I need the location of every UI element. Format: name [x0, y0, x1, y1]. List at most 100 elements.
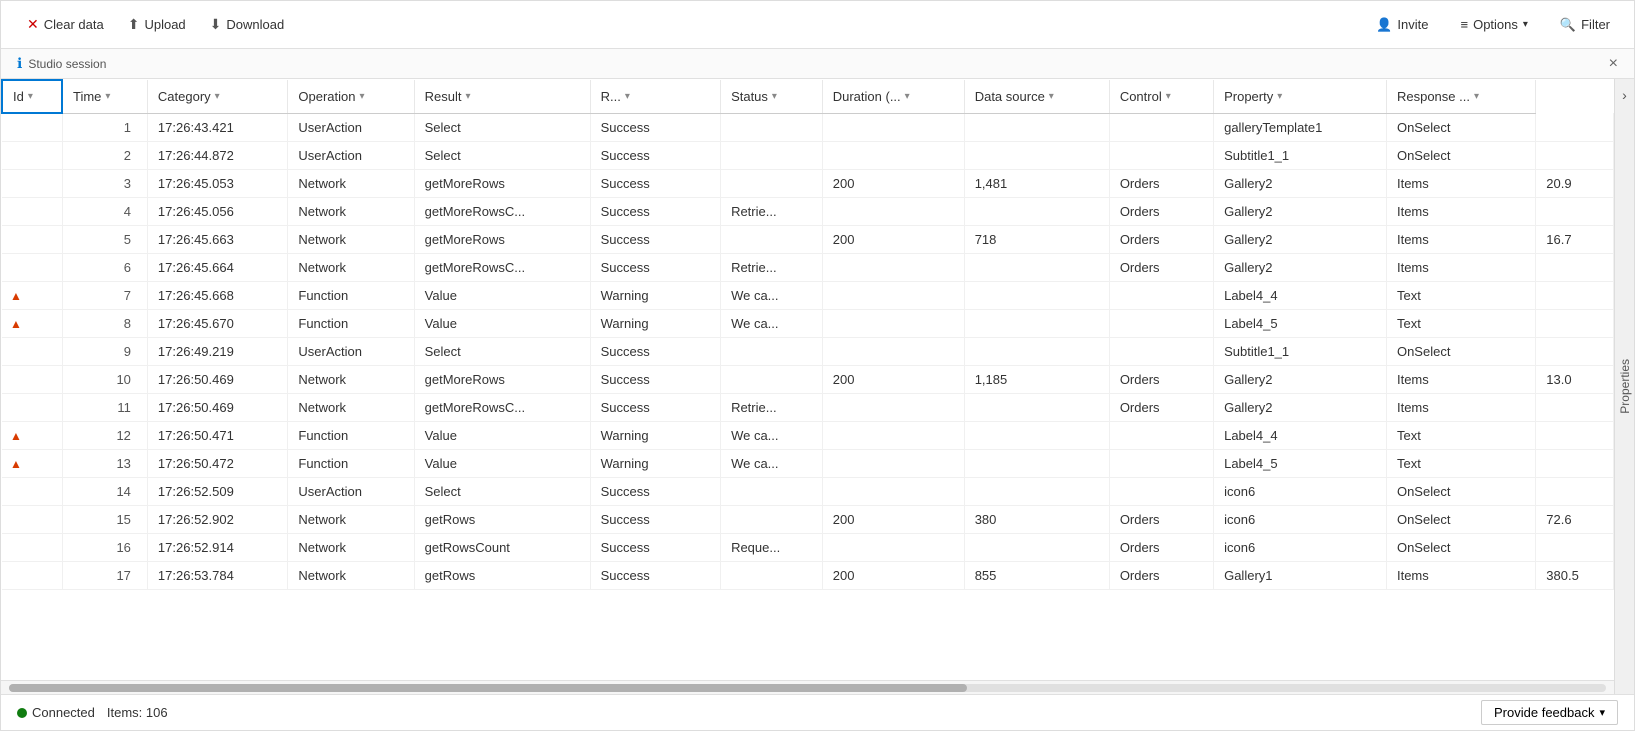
col-header-response[interactable]: Response ... ▾	[1386, 80, 1535, 113]
col-header-time[interactable]: Time ▾	[62, 80, 147, 113]
time-cell: 17:26:45.056	[147, 197, 287, 225]
table-row[interactable]: ▲1217:26:50.471FunctionValueWarningWe ca…	[2, 421, 1614, 449]
duration-cell	[964, 477, 1109, 505]
control-cell: Gallery2	[1214, 225, 1387, 253]
col-header-id[interactable]: Id ▾	[2, 80, 62, 113]
table-row[interactable]: 1417:26:52.509UserActionSelectSuccessico…	[2, 477, 1614, 505]
col-header-operation[interactable]: Operation ▾	[288, 80, 414, 113]
data-table-wrapper[interactable]: Id ▾ Time ▾	[1, 79, 1614, 680]
provide-feedback-button[interactable]: Provide feedback ▾	[1481, 700, 1618, 725]
right-panel[interactable]: › Properties	[1614, 79, 1634, 694]
result-cell: Warning	[590, 309, 720, 337]
status-cell	[822, 113, 964, 141]
result-cell: Success	[590, 253, 720, 281]
table-row[interactable]: 617:26:45.664NetworkgetMoreRowsC...Succe…	[2, 253, 1614, 281]
operation-cell: getRowsCount	[414, 533, 590, 561]
table-area: Id ▾ Time ▾	[1, 79, 1614, 694]
id-cell: 1	[62, 113, 147, 141]
time-cell: 17:26:45.670	[147, 309, 287, 337]
table-row[interactable]: 1617:26:52.914NetworkgetRowsCountSuccess…	[2, 533, 1614, 561]
id-cell: 7	[62, 281, 147, 309]
time-cell: 17:26:43.421	[147, 113, 287, 141]
warning-cell	[2, 337, 62, 365]
session-close-button[interactable]: ×	[1609, 55, 1618, 73]
table-row[interactable]: 517:26:45.663NetworkgetMoreRowsSuccess20…	[2, 225, 1614, 253]
r-cell: Retrie...	[721, 393, 823, 421]
r-cell: We ca...	[721, 449, 823, 477]
property-cell: Items	[1386, 253, 1535, 281]
operation-cell: getMoreRows	[414, 169, 590, 197]
table-row[interactable]: ▲1317:26:50.472FunctionValueWarningWe ca…	[2, 449, 1614, 477]
r-cell	[721, 225, 823, 253]
duration-cell	[964, 337, 1109, 365]
col-header-control[interactable]: Control ▾	[1109, 80, 1213, 113]
warning-cell	[2, 197, 62, 225]
col-header-result[interactable]: Result ▾	[414, 80, 590, 113]
control-cell: Gallery2	[1214, 365, 1387, 393]
r-cell	[721, 561, 823, 589]
col-header-datasource[interactable]: Data source ▾	[964, 80, 1109, 113]
duration-cell: 855	[964, 561, 1109, 589]
table-row[interactable]: 117:26:43.421UserActionSelectSuccessgall…	[2, 113, 1614, 141]
col-header-status[interactable]: Status ▾	[721, 80, 823, 113]
result-cell: Warning	[590, 421, 720, 449]
warning-cell	[2, 141, 62, 169]
table-row[interactable]: 1717:26:53.784NetworkgetRowsSuccess20085…	[2, 561, 1614, 589]
property-cell: OnSelect	[1386, 533, 1535, 561]
datasource-cell: Orders	[1109, 197, 1213, 225]
property-cell: Text	[1386, 281, 1535, 309]
datasource-cell	[1109, 449, 1213, 477]
col-header-category[interactable]: Category ▾	[147, 80, 287, 113]
col-header-property[interactable]: Property ▾	[1214, 80, 1387, 113]
download-button[interactable]: ⬇ Download	[200, 12, 295, 37]
property-cell: OnSelect	[1386, 141, 1535, 169]
property-cell: OnSelect	[1386, 113, 1535, 141]
sort-category-icon: ▾	[215, 91, 220, 102]
control-cell: icon6	[1214, 533, 1387, 561]
info-icon: ℹ	[17, 55, 22, 72]
col-header-r[interactable]: R... ▾	[590, 80, 720, 113]
duration-cell	[964, 393, 1109, 421]
category-cell: Network	[288, 533, 414, 561]
table-row[interactable]: 417:26:45.056NetworkgetMoreRowsC...Succe…	[2, 197, 1614, 225]
table-row[interactable]: 1117:26:50.469NetworkgetMoreRowsC...Succ…	[2, 393, 1614, 421]
table-row[interactable]: 1517:26:52.902NetworkgetRowsSuccess20038…	[2, 505, 1614, 533]
response-cell: 380.5	[1536, 561, 1614, 589]
operation-cell: Select	[414, 141, 590, 169]
operation-cell: getMoreRows	[414, 225, 590, 253]
warning-cell: ▲	[2, 449, 62, 477]
toolbar-right: 👤 Invite ≡ Options ▾ 🔍 Filter	[1368, 13, 1618, 37]
col-header-duration[interactable]: Duration (... ▾	[822, 80, 964, 113]
r-cell: Retrie...	[721, 197, 823, 225]
table-row[interactable]: 317:26:45.053NetworkgetMoreRowsSuccess20…	[2, 169, 1614, 197]
id-cell: 2	[62, 141, 147, 169]
status-cell: 200	[822, 225, 964, 253]
filter-button[interactable]: 🔍 Filter	[1552, 13, 1618, 37]
connection-status: Connected	[17, 705, 95, 720]
table-row[interactable]: 1017:26:50.469NetworkgetMoreRowsSuccess2…	[2, 365, 1614, 393]
result-cell: Success	[590, 393, 720, 421]
invite-button[interactable]: 👤 Invite	[1368, 13, 1436, 37]
datasource-cell: Orders	[1109, 561, 1213, 589]
control-cell: Gallery1	[1214, 561, 1387, 589]
options-button[interactable]: ≡ Options ▾	[1452, 13, 1535, 36]
sort-r-icon: ▾	[625, 91, 630, 102]
table-row[interactable]: 217:26:44.872UserActionSelectSuccessSubt…	[2, 141, 1614, 169]
control-cell: Gallery2	[1214, 393, 1387, 421]
property-cell: Items	[1386, 197, 1535, 225]
warning-cell	[2, 225, 62, 253]
time-cell: 17:26:50.469	[147, 365, 287, 393]
table-row[interactable]: ▲717:26:45.668FunctionValueWarningWe ca.…	[2, 281, 1614, 309]
upload-button[interactable]: ⬆ Upload	[118, 12, 196, 37]
operation-cell: getRows	[414, 505, 590, 533]
horizontal-scrollbar[interactable]	[1, 680, 1614, 694]
data-table: Id ▾ Time ▾	[1, 79, 1614, 590]
duration-cell	[964, 421, 1109, 449]
sort-property-icon: ▾	[1277, 91, 1282, 102]
clear-data-button[interactable]: ✕ Clear data	[17, 12, 114, 37]
table-header-row: Id ▾ Time ▾	[2, 80, 1614, 113]
table-row[interactable]: 917:26:49.219UserActionSelectSuccessSubt…	[2, 337, 1614, 365]
table-row[interactable]: ▲817:26:45.670FunctionValueWarningWe ca.…	[2, 309, 1614, 337]
response-cell: 16.7	[1536, 225, 1614, 253]
status-cell	[822, 281, 964, 309]
